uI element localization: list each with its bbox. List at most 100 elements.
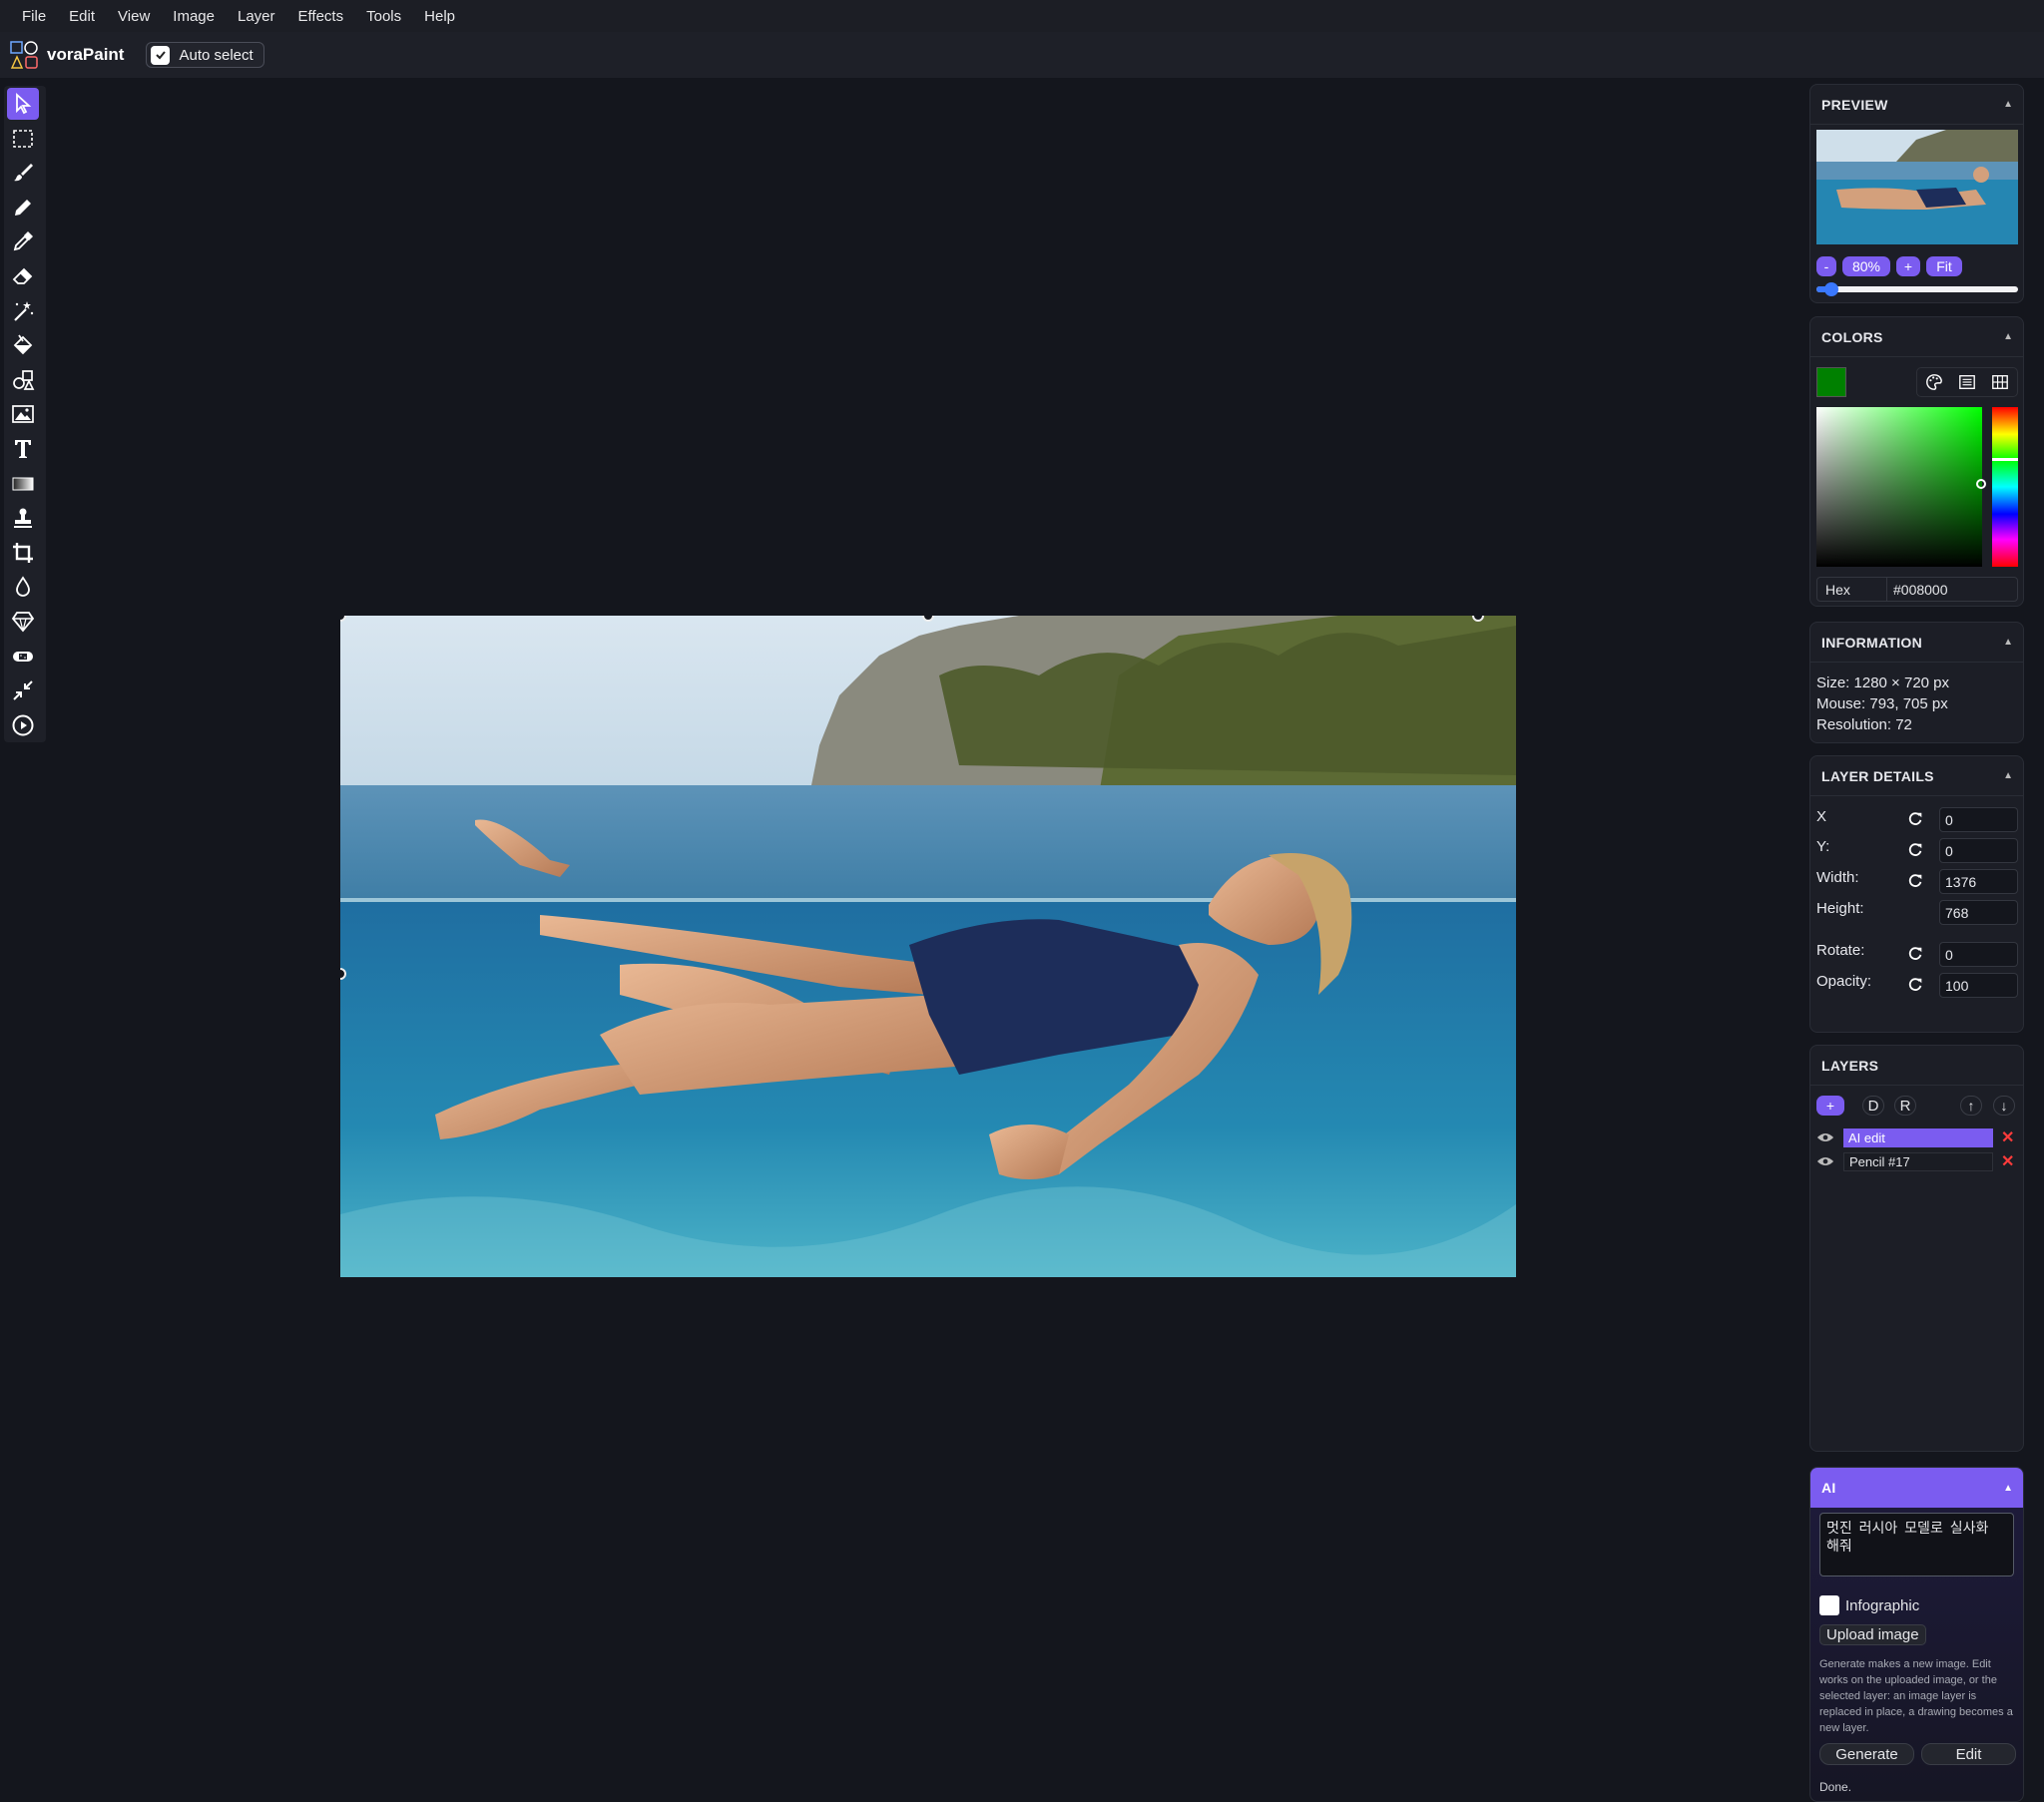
menu-bar: File Edit View Image Layer Effects Tools… <box>0 0 2044 32</box>
list-icon[interactable] <box>1958 373 1976 391</box>
menu-layer[interactable]: Layer <box>238 8 275 25</box>
height-input[interactable]: 768 <box>1939 900 2018 925</box>
move-layer-down-button[interactable]: ↓ <box>1993 1096 2015 1116</box>
sv-picker-thumb[interactable] <box>1976 479 1986 489</box>
layer-details-panel: LAYER DETAILS ▲ X 0 Y: 0 Width: 1376 Hei… <box>1809 755 2024 1033</box>
menu-tools[interactable]: Tools <box>366 8 401 25</box>
reset-rotate-icon[interactable] <box>1906 945 1924 963</box>
preview-thumbnail[interactable] <box>1816 130 2018 244</box>
menu-image[interactable]: Image <box>173 8 215 25</box>
fill-bucket-icon <box>13 334 33 355</box>
layer-row[interactable]: AI edit ✕ <box>1816 1127 2018 1147</box>
reset-size-icon[interactable] <box>1906 872 1924 890</box>
menu-edit[interactable]: Edit <box>69 8 95 25</box>
tool-sharpen[interactable] <box>7 606 39 638</box>
move-layer-up-button[interactable]: ↑ <box>1960 1096 1982 1116</box>
add-layer-button[interactable]: + <box>1816 1096 1844 1116</box>
reset-x-icon[interactable] <box>1906 810 1924 828</box>
tool-pencil[interactable] <box>7 192 39 224</box>
colors-header[interactable]: COLORS ▲ <box>1810 317 2023 357</box>
ai-header[interactable]: AI ▲ <box>1810 1468 2023 1508</box>
image-icon <box>12 405 34 424</box>
tool-fill[interactable] <box>7 329 39 361</box>
hex-input[interactable]: #008000 <box>1887 582 1948 598</box>
rename-layer-button[interactable]: R <box>1894 1096 1916 1116</box>
layer-row[interactable]: Pencil #17 ✕ <box>1816 1151 2018 1171</box>
x-input[interactable]: 0 <box>1939 807 2018 832</box>
menu-file[interactable]: File <box>22 8 46 25</box>
grid-icon[interactable] <box>1991 373 2009 391</box>
visibility-eye-icon[interactable] <box>1816 1155 1834 1167</box>
tool-text[interactable] <box>7 433 39 465</box>
visibility-eye-icon[interactable] <box>1816 1131 1834 1143</box>
tool-select[interactable] <box>7 88 39 120</box>
preview-header[interactable]: PREVIEW ▲ <box>1810 85 2023 125</box>
info-mouse: Mouse: 793, 705 px <box>1816 695 1948 712</box>
rotate-input[interactable]: 0 <box>1939 942 2018 967</box>
menu-help[interactable]: Help <box>424 8 455 25</box>
zoom-value[interactable]: 80% <box>1842 256 1890 276</box>
blur-drop-icon <box>16 576 30 598</box>
magic-wand-icon <box>14 300 34 321</box>
play-circle-icon <box>12 714 34 736</box>
edit-button[interactable]: Edit <box>1921 1743 2016 1765</box>
information-header[interactable]: INFORMATION ▲ <box>1810 623 2023 663</box>
infographic-checkbox[interactable] <box>1819 1595 1839 1615</box>
auto-select-toggle[interactable]: Auto select <box>146 42 264 68</box>
tool-blur[interactable] <box>7 571 39 603</box>
tool-eraser[interactable] <box>7 260 39 292</box>
tool-gradient[interactable] <box>7 468 39 500</box>
zoom-out-button[interactable]: - <box>1816 256 1836 276</box>
tool-eyedropper[interactable] <box>7 225 39 257</box>
tool-stamp[interactable] <box>7 502 39 534</box>
canvas-image[interactable] <box>340 616 1516 1277</box>
saturation-value-picker[interactable] <box>1816 407 1986 567</box>
collapse-icon[interactable]: ▲ <box>2003 99 2013 110</box>
menu-view[interactable]: View <box>118 8 150 25</box>
shapes-icon <box>13 369 35 390</box>
tool-heal[interactable] <box>7 641 39 673</box>
tool-crop[interactable] <box>7 537 39 569</box>
hue-slider-thumb[interactable] <box>1992 458 2018 461</box>
crop-icon <box>13 542 33 563</box>
ai-status: Done. <box>1819 1780 1852 1794</box>
reset-opacity-icon[interactable] <box>1906 976 1924 994</box>
text-icon <box>15 439 31 458</box>
zoom-slider[interactable] <box>1816 282 2018 296</box>
layer-details-header[interactable]: LAYER DETAILS ▲ <box>1810 756 2023 796</box>
palette-icon[interactable] <box>1925 373 1943 391</box>
tool-magic-wand[interactable] <box>7 295 39 327</box>
layer-name[interactable]: Pencil #17 <box>1843 1151 1993 1171</box>
zoom-slider-thumb[interactable] <box>1824 282 1838 296</box>
zoom-in-button[interactable]: + <box>1896 256 1920 276</box>
tool-brush[interactable] <box>7 157 39 189</box>
eraser-icon <box>12 267 33 284</box>
y-input[interactable]: 0 <box>1939 838 2018 863</box>
generate-button[interactable]: Generate <box>1819 1743 1914 1765</box>
information-title: INFORMATION <box>1821 634 1923 651</box>
upload-image-button[interactable]: Upload image <box>1819 1624 1926 1645</box>
hue-slider[interactable] <box>1992 407 2018 567</box>
delete-layer-icon[interactable]: ✕ <box>2001 1127 2014 1147</box>
tool-shapes[interactable] <box>7 364 39 396</box>
ai-prompt-textarea[interactable]: 멋진 러시아 모델로 실사화 해줘 <box>1819 1513 2014 1577</box>
collapse-icon[interactable]: ▲ <box>2003 770 2013 781</box>
current-color-swatch[interactable] <box>1816 367 1846 397</box>
collapse-icon[interactable]: ▲ <box>2003 1483 2013 1494</box>
tool-image[interactable] <box>7 398 39 430</box>
layers-header: LAYERS <box>1810 1046 2023 1086</box>
opacity-input[interactable]: 100 <box>1939 973 2018 998</box>
tool-resize[interactable] <box>7 675 39 706</box>
menu-effects[interactable]: Effects <box>298 8 344 25</box>
reset-y-icon[interactable] <box>1906 841 1924 859</box>
auto-select-checkbox[interactable] <box>151 45 171 65</box>
collapse-icon[interactable]: ▲ <box>2003 637 2013 648</box>
layer-name[interactable]: AI edit <box>1843 1127 1993 1147</box>
delete-layer-icon[interactable]: ✕ <box>2001 1151 2014 1171</box>
tool-rect-select[interactable] <box>7 123 39 155</box>
collapse-icon[interactable]: ▲ <box>2003 331 2013 342</box>
width-input[interactable]: 1376 <box>1939 869 2018 894</box>
fit-button[interactable]: Fit <box>1926 256 1962 276</box>
tool-play[interactable] <box>7 709 39 741</box>
duplicate-layer-button[interactable]: D <box>1862 1096 1884 1116</box>
